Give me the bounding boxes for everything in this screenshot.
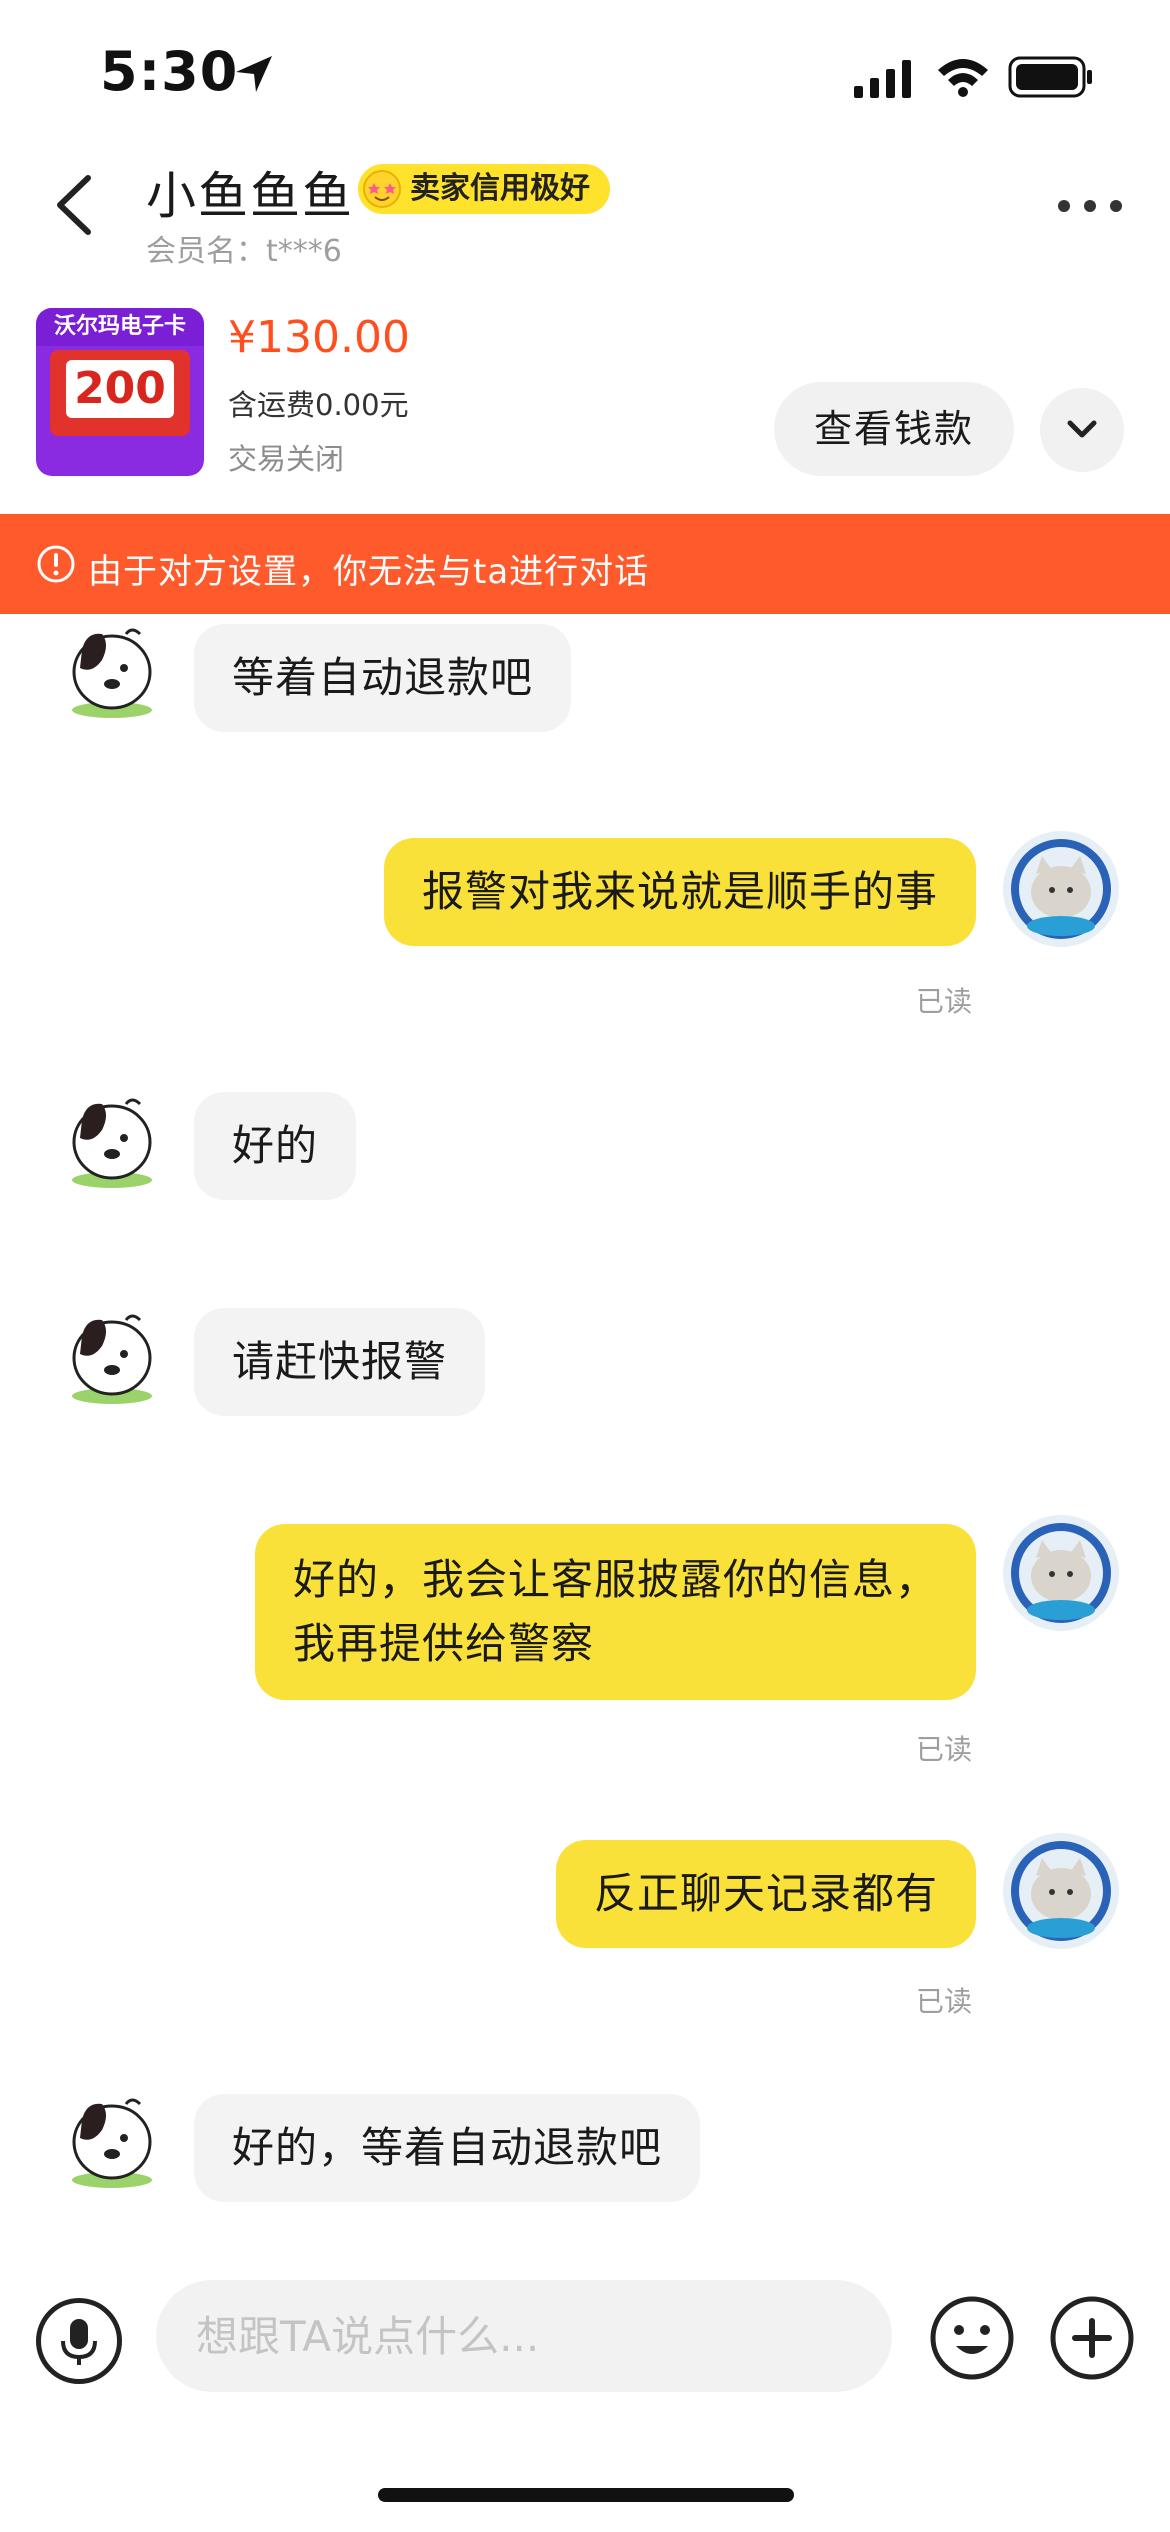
warning-icon — [37, 545, 75, 583]
user-avatar[interactable] — [1000, 1512, 1122, 1634]
seller-avatar[interactable] — [62, 620, 162, 720]
back-icon[interactable] — [48, 170, 102, 240]
chevron-down-icon — [1067, 420, 1097, 438]
message-line: 我再提供给警察 — [292, 1619, 594, 1668]
message-bubble: 好的，我会让客服披露你的信息， 我再提供给警察 — [254, 1524, 976, 1700]
seller-avatar[interactable] — [62, 1090, 162, 1190]
trade-status: 交易关闭 — [228, 442, 345, 476]
message-input[interactable] — [156, 2280, 892, 2392]
thumbnail-amount: 200 — [66, 360, 174, 418]
status-bar: 5:30 — [0, 0, 1170, 150]
read-receipt: 已读 — [916, 1985, 973, 2018]
badge-label: 卖家信用极好 — [410, 171, 590, 206]
status-time: 5:30 — [100, 40, 239, 103]
message-bubble: 好的 — [194, 1092, 357, 1200]
seller-avatar[interactable] — [62, 1306, 162, 1406]
plus-icon[interactable] — [1048, 2294, 1136, 2382]
wifi-icon — [938, 59, 988, 97]
warning-banner: 由于对方设置，你无法与ta进行对话 — [0, 514, 1170, 614]
seller-avatar[interactable] — [62, 2090, 162, 2190]
message-bubble: 等着自动退款吧 — [194, 624, 572, 732]
user-avatar[interactable] — [1000, 828, 1122, 950]
voice-button[interactable] — [36, 2298, 122, 2384]
emoji-icon[interactable] — [928, 2294, 1016, 2382]
credit-badge: 卖家信用极好 — [358, 164, 610, 214]
message-bubble: 反正聊天记录都有 — [555, 1840, 976, 1948]
message-bubble: 请赶快报警 — [194, 1308, 486, 1416]
message-line: 好的，我会让客服披露你的信息， — [292, 1555, 938, 1604]
read-receipt: 已读 — [916, 1733, 973, 1766]
member-name: 会员名：t***6 — [146, 234, 342, 269]
product-thumbnail[interactable]: 沃尔玛电子卡 200 — [36, 308, 204, 476]
product-price: ¥130.00 — [228, 312, 410, 363]
location-arrow-icon — [236, 56, 272, 92]
more-icon[interactable] — [1056, 196, 1124, 216]
shipping-fee: 含运费0.00元 — [228, 388, 409, 422]
thumbnail-fine-print — [46, 444, 194, 468]
expand-button[interactable] — [1040, 388, 1124, 472]
star-eyes-emoji-icon — [363, 170, 401, 208]
battery-icon — [1008, 56, 1092, 98]
home-indicator — [378, 2488, 794, 2502]
view-payment-button[interactable]: 查看钱款 — [774, 382, 1014, 476]
read-receipt: 已读 — [916, 985, 973, 1018]
thumbnail-title: 沃尔玛电子卡 — [36, 308, 204, 346]
microphone-icon — [61, 2319, 97, 2365]
message-bubble: 报警对我来说就是顺手的事 — [383, 838, 976, 946]
warning-text: 由于对方设置，你无法与ta进行对话 — [88, 552, 650, 592]
user-avatar[interactable] — [1000, 1830, 1122, 1952]
cellular-signal-icon — [854, 60, 911, 98]
seller-nickname: 小鱼鱼鱼 — [146, 167, 354, 225]
message-bubble: 好的，等着自动退款吧 — [194, 2094, 701, 2202]
